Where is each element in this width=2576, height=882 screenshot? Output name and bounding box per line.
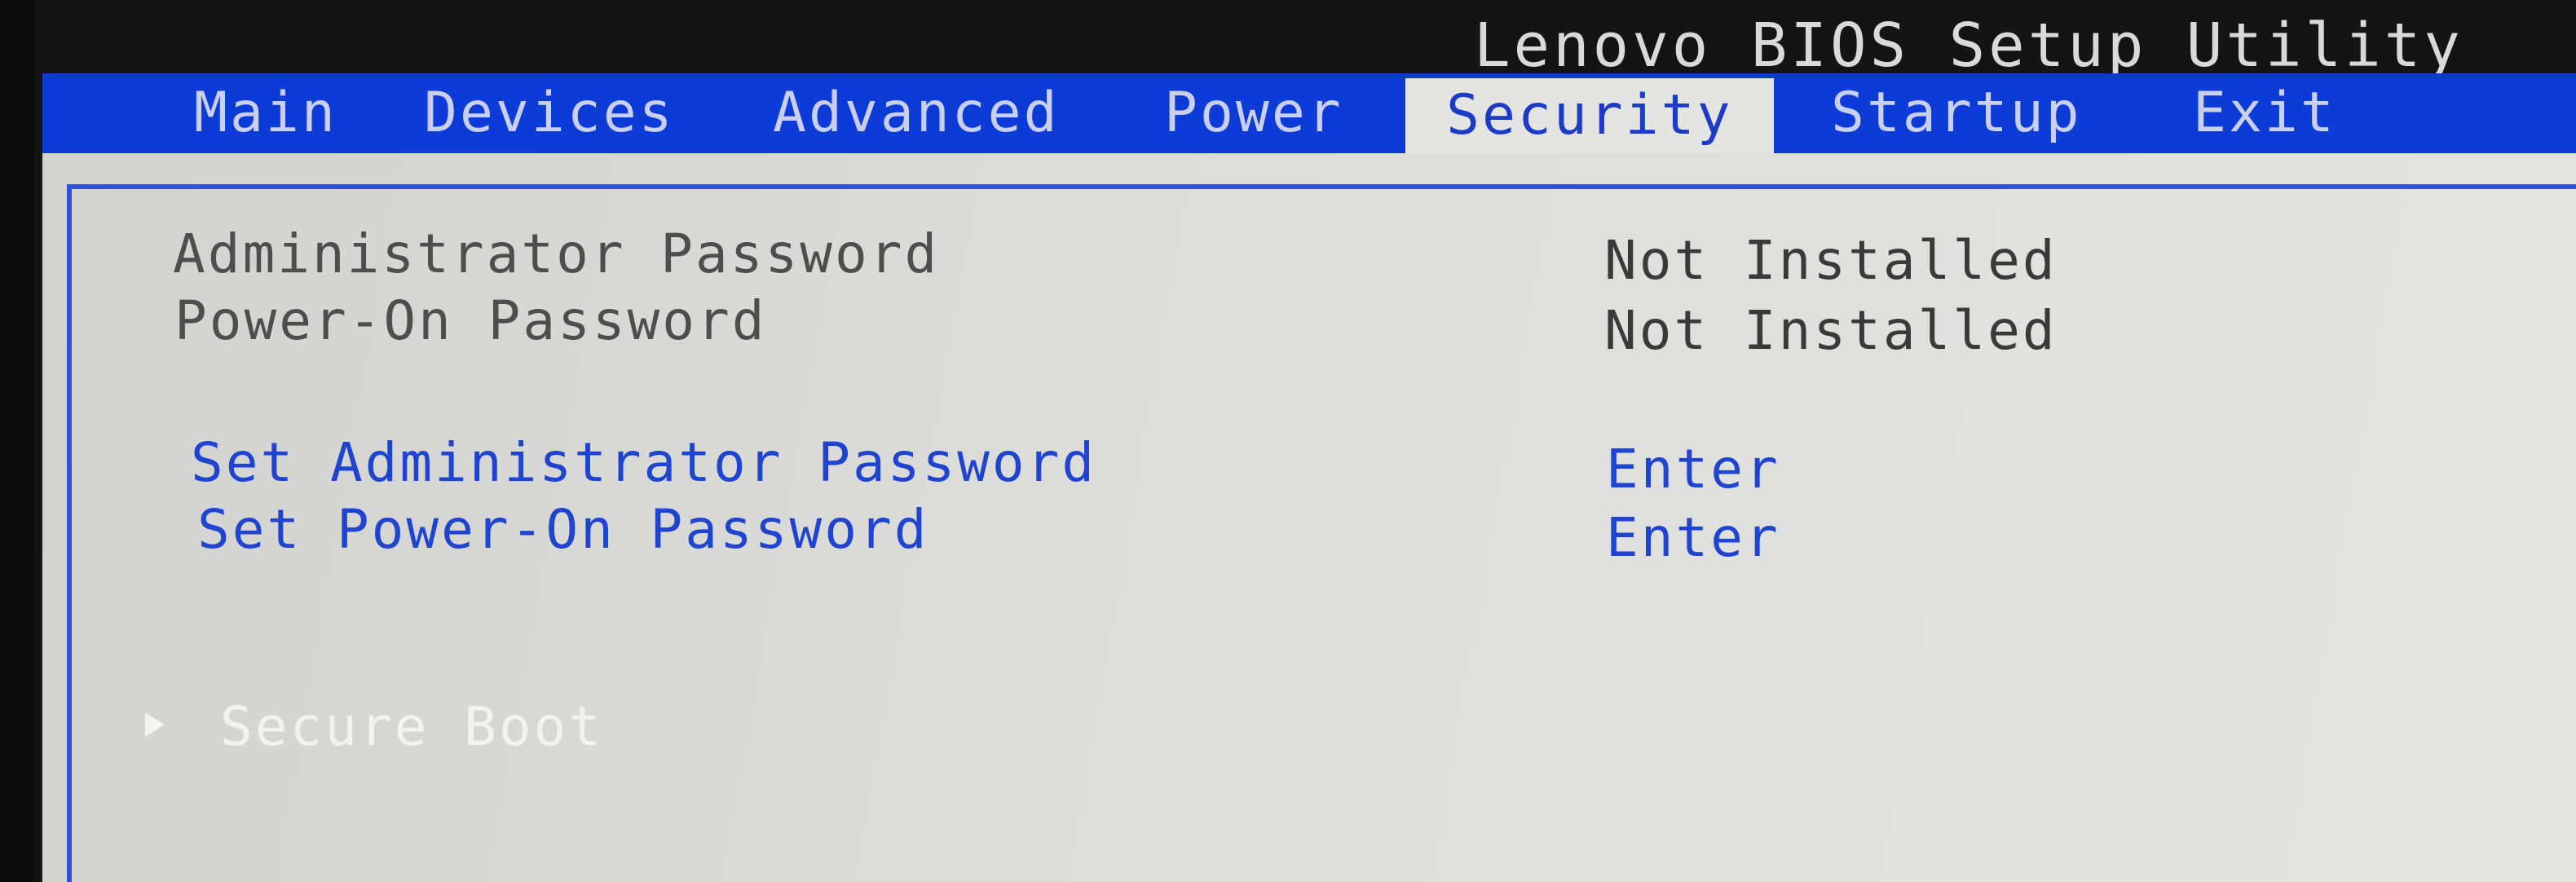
admin-password-label: Administrator Password: [173, 223, 940, 285]
tab-security[interactable]: Security: [1405, 78, 1774, 153]
tab-exit[interactable]: Exit: [2193, 73, 2336, 153]
power-on-password-label: Power-On Password: [174, 289, 767, 352]
security-panel: Administrator Password Not Installed Pow…: [42, 153, 2576, 882]
set-power-on-password-item[interactable]: Set Power-On Password: [197, 497, 929, 562]
monitor-bezel: [0, 0, 34, 882]
secure-boot-submenu[interactable]: Secure Boot: [220, 695, 603, 760]
bios-screen: Lenovo BIOS Setup Utility Main Devices A…: [0, 0, 2576, 882]
triangle-right-icon: [145, 712, 165, 737]
app-title: Lenovo BIOS Setup Utility: [1474, 11, 2464, 81]
menu-bar: Main Devices Advanced Power Security Sta…: [42, 73, 2576, 153]
tab-devices[interactable]: Devices: [424, 73, 675, 153]
tab-advanced[interactable]: Advanced: [773, 73, 1060, 153]
set-power-on-password-enter[interactable]: Enter: [1606, 505, 1780, 571]
set-admin-password-enter[interactable]: Enter: [1606, 437, 1780, 502]
tab-main[interactable]: Main: [194, 73, 337, 153]
admin-password-status: Not Installed: [1604, 229, 2058, 292]
set-admin-password-item[interactable]: Set Administrator Password: [191, 430, 1096, 496]
tab-power[interactable]: Power: [1164, 73, 1343, 153]
power-on-password-status: Not Installed: [1604, 299, 2058, 362]
tab-startup[interactable]: Startup: [1831, 73, 2082, 153]
